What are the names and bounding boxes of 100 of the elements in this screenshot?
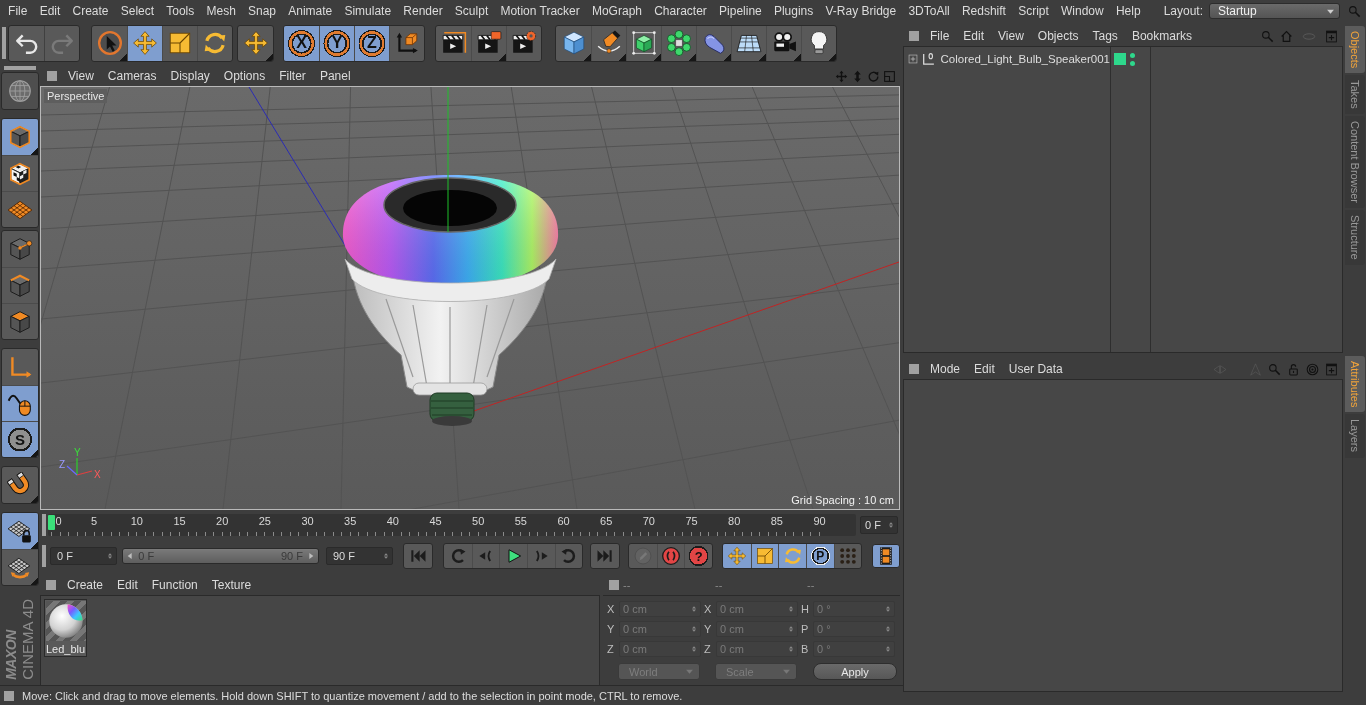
model-mode-button[interactable]: [2, 119, 38, 155]
locked-workplane-button[interactable]: [2, 513, 38, 549]
menu-item[interactable]: Help: [1109, 2, 1147, 20]
rotate-view-icon[interactable]: [867, 69, 880, 83]
menu-item[interactable]: Tools: [160, 2, 201, 20]
side-tab[interactable]: Structure: [1345, 210, 1365, 265]
menu-item[interactable]: Snap: [241, 2, 283, 20]
spinner-arrows-icon[interactable]: [888, 520, 894, 530]
menu-item[interactable]: Function: [144, 577, 205, 593]
menu-item[interactable]: Edit: [110, 577, 145, 593]
pen-tool-button[interactable]: [591, 25, 626, 61]
grip-icon[interactable]: [4, 66, 36, 70]
search-icon[interactable]: [1261, 29, 1274, 43]
timeline-button[interactable]: [872, 544, 900, 568]
menu-item[interactable]: Display: [163, 68, 217, 84]
side-tab[interactable]: Layers: [1345, 414, 1365, 458]
light-bulb-model[interactable]: [343, 175, 558, 426]
axis-lock-button[interactable]: Y: [319, 25, 354, 61]
home-icon[interactable]: [1280, 29, 1293, 43]
expand-toggle-icon[interactable]: [908, 54, 918, 64]
menu-item[interactable]: Pipeline: [712, 2, 768, 20]
grip-icon[interactable]: [2, 27, 6, 59]
menu-item[interactable]: Motion Tracker: [494, 2, 586, 20]
solo-button[interactable]: S: [2, 421, 38, 457]
menu-item[interactable]: Tags: [1085, 28, 1125, 44]
menu-item[interactable]: Edit: [956, 28, 992, 44]
maximize-view-icon[interactable]: [883, 69, 896, 83]
menu-item[interactable]: View: [61, 68, 101, 84]
render-button[interactable]: [471, 25, 506, 61]
menu-item[interactable]: V-Ray Bridge: [819, 2, 903, 20]
start-frame-field[interactable]: 0 F: [49, 547, 118, 565]
zoom-view-icon[interactable]: [851, 69, 864, 83]
grip-icon[interactable]: [4, 690, 14, 701]
key-rotation-button[interactable]: [778, 544, 806, 568]
grip-icon[interactable]: [909, 31, 919, 41]
move-tool-button[interactable]: [127, 25, 162, 61]
menu-item[interactable]: Sculpt: [448, 2, 495, 20]
search-icon[interactable]: [1268, 362, 1281, 376]
layer-swatch-icon[interactable]: [1114, 53, 1126, 65]
menu-item[interactable]: 3DToAll: [902, 2, 956, 20]
cloner-button[interactable]: [661, 25, 696, 61]
menu-item[interactable]: Edit: [967, 361, 1002, 377]
timeline-ruler[interactable]: 0 5 10 15 20 25 30 35 40 45 50 55 60 65 70 75 80 85 90: [48, 514, 856, 536]
menu-item[interactable]: Filter: [272, 68, 313, 84]
menu-item[interactable]: MoGraph: [585, 2, 649, 20]
target-icon[interactable]: [1306, 362, 1319, 376]
deformer-button[interactable]: [696, 25, 731, 61]
menu-item[interactable]: Window: [1054, 2, 1110, 20]
menu-item[interactable]: Mesh: [200, 2, 242, 20]
layout-dropdown[interactable]: Startup: [1209, 3, 1340, 19]
grip-icon[interactable]: [42, 514, 46, 536]
key-scale-button[interactable]: [750, 544, 779, 568]
status-dot-icon[interactable]: [1130, 52, 1135, 58]
menu-item[interactable]: Cameras: [100, 68, 164, 84]
padlock-icon[interactable]: [1287, 362, 1300, 376]
menu-item[interactable]: Simulate: [338, 2, 398, 20]
spinner-arrows-icon[interactable]: [383, 551, 390, 561]
grip-icon[interactable]: [909, 364, 919, 374]
grip-icon[interactable]: [47, 71, 57, 81]
new-panel-icon[interactable]: [1325, 362, 1338, 376]
menu-item[interactable]: Panel: [312, 68, 358, 84]
current-frame-field[interactable]: 0 F: [860, 516, 898, 534]
grip-icon[interactable]: [42, 545, 46, 567]
range-right-arrow-icon[interactable]: [307, 552, 315, 560]
menu-item[interactable]: File: [2, 2, 34, 20]
menu-item[interactable]: Plugins: [767, 2, 820, 20]
menu-item[interactable]: Select: [114, 2, 161, 20]
tweak-mode-button[interactable]: [2, 385, 38, 421]
subdivision-surface-button[interactable]: [626, 25, 661, 61]
menu-item[interactable]: View: [991, 28, 1031, 44]
menu-item[interactable]: Animate: [282, 2, 339, 20]
side-tab[interactable]: Content Browser: [1345, 116, 1365, 208]
menu-item[interactable]: Redshift: [955, 2, 1013, 20]
planar-workplane-button[interactable]: [2, 549, 38, 585]
status-dot-icon[interactable]: [1130, 60, 1135, 66]
camera-button[interactable]: [766, 25, 801, 61]
floor-button[interactable]: [731, 25, 766, 61]
menu-item[interactable]: Edit: [33, 2, 67, 20]
material-tile[interactable]: Led_blu: [44, 599, 87, 657]
spinner-arrows-icon[interactable]: [107, 551, 114, 561]
playhead-marker[interactable]: [48, 515, 55, 530]
viewport-canvas[interactable]: Perspective Y Z X Grid Spacing : 10 cm: [40, 86, 900, 510]
menu-item[interactable]: Character: [648, 2, 713, 20]
side-tab[interactable]: Takes: [1345, 75, 1365, 115]
key-position-button[interactable]: [723, 544, 751, 568]
menu-item[interactable]: Create: [66, 2, 115, 20]
menu-item[interactable]: Objects: [1030, 28, 1086, 44]
axis-lock-button[interactable]: X: [284, 25, 319, 61]
search-icon[interactable]: [1348, 4, 1361, 18]
grip-icon[interactable]: [46, 580, 56, 590]
menu-item[interactable]: Script: [1012, 2, 1055, 20]
menu-item[interactable]: User Data: [1001, 361, 1070, 377]
menu-item[interactable]: Options: [216, 68, 273, 84]
menu-item[interactable]: File: [923, 28, 957, 44]
menu-item[interactable]: Create: [60, 577, 111, 593]
menu-item[interactable]: Bookmarks: [1124, 28, 1199, 44]
move-view-icon[interactable]: [835, 69, 848, 83]
end-frame-field[interactable]: 90 F: [326, 547, 394, 565]
new-panel-icon[interactable]: [1325, 29, 1338, 43]
range-left-arrow-icon[interactable]: [126, 552, 135, 560]
